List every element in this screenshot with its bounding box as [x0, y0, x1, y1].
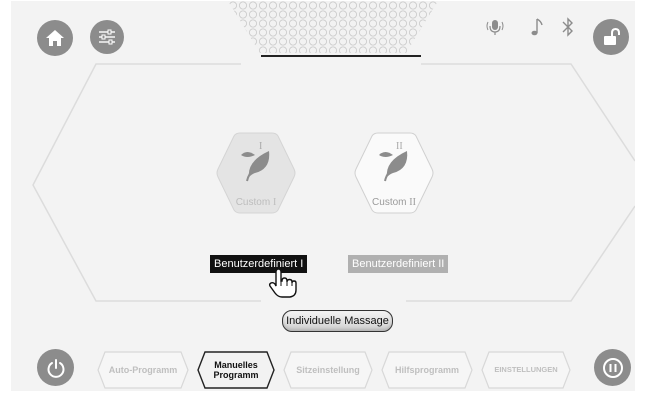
- pause-button[interactable]: [594, 349, 631, 386]
- card-custom-numeral: II: [409, 197, 416, 208]
- sliders-icon: [99, 29, 115, 45]
- leaf-icon: [379, 151, 408, 182]
- custom-program-card-1[interactable]: I Custom I: [214, 129, 298, 217]
- tab-manuelles-programm[interactable]: Manuelles Programm: [197, 351, 275, 389]
- bluetooth-icon: [562, 17, 573, 37]
- tab-hilfsprogramm[interactable]: Hilfsprogramm: [381, 351, 473, 389]
- tab-einstellungen[interactable]: EINSTELLUNGEN: [481, 351, 571, 389]
- honeycomb-tab: [228, 1, 438, 53]
- lock-button[interactable]: [593, 19, 629, 55]
- individual-massage-button[interactable]: Individuelle Massage: [282, 310, 393, 332]
- tab-label: Sitzeinstellung: [296, 365, 360, 375]
- program-name-button-2[interactable]: Benutzerdefiniert II: [348, 255, 449, 273]
- bluetooth-button[interactable]: [556, 15, 580, 39]
- card-roman-numeral: II: [396, 141, 403, 152]
- leaf-icon: [241, 151, 270, 182]
- card-label: Custom II: [352, 197, 436, 208]
- card-roman-numeral: I: [259, 141, 263, 152]
- bottom-nav: Auto-Programm Manuelles Programm Sitzein…: [97, 351, 577, 389]
- unlock-icon: [604, 27, 620, 45]
- tab-label: EINSTELLUNGEN: [494, 365, 558, 374]
- tab-auto-programm[interactable]: Auto-Programm: [97, 351, 189, 389]
- hex-frame-outline: [32, 55, 635, 302]
- tab-sitzeinstellung[interactable]: Sitzeinstellung: [283, 351, 373, 389]
- music-note-icon: [531, 18, 543, 36]
- tab-label: Manuelles Programm: [213, 360, 259, 380]
- settings-sliders-button[interactable]: [90, 20, 124, 54]
- pause-icon: [602, 357, 623, 378]
- card-custom-numeral: I: [272, 197, 277, 208]
- power-button[interactable]: [37, 349, 74, 386]
- music-button[interactable]: [525, 15, 549, 39]
- massage-chair-screen: I Custom I II Custom II Benutzerdefinier…: [11, 1, 635, 391]
- card-custom-text: Custom: [372, 197, 407, 208]
- hand-pointer-icon: [268, 269, 297, 298]
- tab-label: Hilfsprogramm: [394, 365, 459, 375]
- card-custom-text: Custom: [235, 197, 271, 208]
- voice-control-button[interactable]: [483, 15, 507, 39]
- home-button[interactable]: [37, 20, 73, 56]
- card-label: Custom I: [214, 197, 298, 208]
- custom-program-card-2[interactable]: II Custom II: [352, 129, 436, 217]
- tab-label: Auto-Programm: [108, 365, 178, 375]
- voice-icon: [486, 20, 504, 35]
- home-icon: [46, 30, 64, 46]
- power-icon: [47, 358, 64, 378]
